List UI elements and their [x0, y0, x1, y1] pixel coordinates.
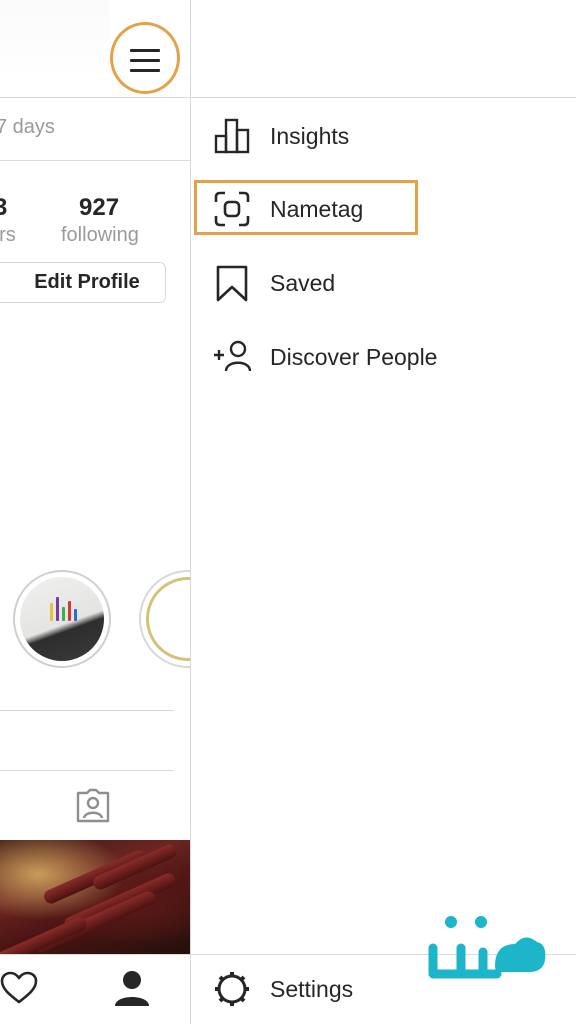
post-thumbnail[interactable]	[0, 840, 190, 954]
header-fade	[0, 0, 110, 80]
divider	[0, 160, 190, 161]
menu-item-insights[interactable]: Insights	[191, 106, 576, 166]
highlight-thumbnail	[20, 577, 104, 661]
settings-gear-icon	[215, 972, 249, 1006]
add-person-icon	[214, 340, 251, 372]
tagged-photos-icon[interactable]	[74, 788, 112, 824]
watermark-logo	[428, 916, 546, 979]
menu-item-label: Settings	[270, 975, 354, 1002]
following-count[interactable]: 927	[79, 194, 119, 222]
nametag-icon	[214, 191, 250, 227]
divider	[0, 770, 174, 771]
heart-icon[interactable]	[0, 970, 38, 1006]
menu-item-label: Insights	[270, 122, 350, 149]
story-archive-text: 7 days	[0, 116, 55, 138]
story-highlight[interactable]	[13, 570, 111, 668]
highlight-thumbnail	[146, 577, 190, 661]
profile-header	[0, 0, 190, 98]
side-drawer: Insights Nametag Saved Discover People S…	[191, 0, 576, 1024]
bookmark-icon	[216, 265, 248, 302]
drawer-header	[191, 0, 576, 98]
divider	[0, 710, 174, 711]
story-highlight[interactable]	[139, 570, 190, 668]
followers-count[interactable]: 3	[0, 194, 7, 222]
followers-label[interactable]: ers	[0, 224, 16, 247]
edit-profile-button[interactable]: Edit Profile	[0, 262, 166, 303]
menu-item-label: Discover People	[270, 343, 438, 370]
menu-item-label: Nametag	[270, 195, 364, 222]
profile-icon[interactable]	[112, 968, 152, 1008]
menu-item-label: Saved	[270, 269, 336, 296]
menu-item-saved[interactable]: Saved	[191, 253, 576, 313]
menu-item-nametag[interactable]: Nametag	[191, 179, 576, 239]
following-label[interactable]: following	[61, 224, 139, 247]
bar-chart-icon	[214, 118, 250, 154]
hamburger-menu-icon[interactable]	[126, 44, 164, 78]
menu-item-discover-people[interactable]: Discover People	[191, 327, 576, 387]
profile-panel: 7 days 3 ers 927 following Edit Profile	[0, 0, 191, 1024]
